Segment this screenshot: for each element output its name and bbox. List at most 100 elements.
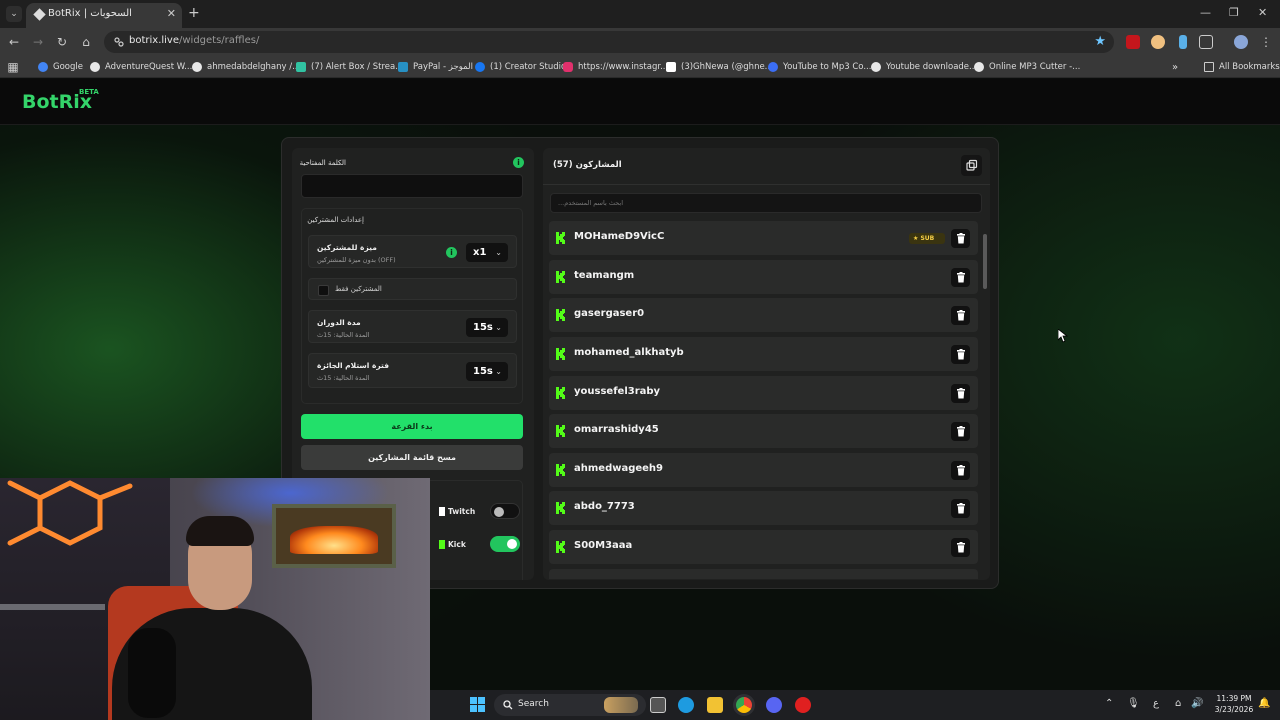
keyword-label: الكلمة المفتاحية [299,159,346,167]
all-bookmarks[interactable]: All Bookmarks [1204,60,1280,74]
clear-participants-button[interactable]: مسح قائمة المشاركين [301,445,523,470]
list-item[interactable] [549,569,978,579]
forward-icon[interactable]: → [30,34,46,50]
tab-search-button[interactable]: ⌄ [6,6,22,22]
tab-close-icon[interactable]: ✕ [167,7,176,20]
delete-participant-button[interactable] [951,538,970,557]
subscriber-settings-title: إعدادات المشتركين [307,216,364,224]
site-header: BotRix BETA [0,79,1280,125]
file-explorer-icon[interactable] [707,697,723,713]
more-bookmarks-icon[interactable]: » [1172,60,1178,74]
address-bar[interactable]: botrix.live/widgets/raffles/ ★ [104,31,1114,53]
sub-bonus-desc: بدون ميزة للمشتركين (OFF) [317,256,396,264]
bookmark-item[interactable]: Youtube downloade... [871,60,977,74]
delete-participant-button[interactable] [951,345,970,364]
chrome-icon[interactable] [736,697,752,713]
delete-participant-button[interactable] [951,384,970,403]
extension-icon[interactable] [1126,35,1140,49]
trash-icon [956,272,965,283]
network-icon[interactable]: ⌂ [1175,698,1181,709]
list-item[interactable]: youssefel3raby [549,376,978,410]
bookmark-item[interactable]: AdventureQuest W... [90,60,192,74]
bookmark-item[interactable]: (3)GhNewa (@ghne... [666,60,773,74]
bookmark-item[interactable]: https://www.instagr... [563,60,668,74]
list-item[interactable]: MOHameD9VicC ★ SUB [549,221,978,255]
kick-icon [556,541,565,553]
profile-avatar[interactable] [1234,35,1248,49]
subs-only-checkbox[interactable] [318,285,329,296]
bookmark-item[interactable]: YouTube to Mp3 Co... [768,60,871,74]
clock-time[interactable]: 11:39 PM [1211,694,1257,703]
edge-icon[interactable] [678,697,694,713]
language-indicator[interactable]: ع [1153,698,1159,709]
reload-icon[interactable]: ↻ [54,34,70,50]
task-view-icon[interactable] [650,697,666,713]
extension-icon[interactable] [1151,35,1165,49]
list-item[interactable]: gasergaser0 [549,298,978,332]
delete-participant-button[interactable] [951,268,970,287]
delete-participant-button[interactable] [951,306,970,325]
bookmark-item[interactable]: Google [38,60,83,74]
list-item[interactable]: teamangm [549,260,978,294]
extensions-puzzle-icon[interactable] [1199,35,1213,49]
volume-icon[interactable]: 🔊 [1191,698,1203,709]
claim-duration-select[interactable]: 15s ⌄ [466,362,508,381]
delete-participant-button[interactable] [951,461,970,480]
taskbar-search[interactable]: Search [494,694,646,716]
window-close-icon[interactable]: ✕ [1258,6,1267,19]
participant-name: abdo_7773 [574,501,635,512]
info-icon[interactable]: i [446,247,457,258]
bookmark-item[interactable]: (1) Creator Studio [475,60,566,74]
spin-duration-desc: المدة الحالية: 15ث [317,331,370,339]
participant-list-scrollbar[interactable] [983,228,987,576]
sub-bonus-select[interactable]: x1 ⌄ [466,243,508,262]
apps-grid-icon[interactable]: ▦ [5,59,21,75]
browser-menu-icon[interactable]: ⋮ [1258,34,1274,50]
discord-icon[interactable] [766,697,782,713]
keyword-input[interactable] [301,174,523,198]
new-tab-button[interactable]: + [188,5,200,21]
bookmark-favicon-icon [90,62,100,72]
list-item[interactable]: ahmedwageeh9 [549,453,978,487]
participant-name: mohamed_alkhatyb [574,347,684,358]
microphone-icon[interactable]: 🎙 [1127,698,1140,709]
delete-participant-button[interactable] [951,229,970,248]
app-icon[interactable] [795,697,811,713]
bookmark-item[interactable]: Online MP3 Cutter -... [974,60,1080,74]
list-item[interactable]: mohamed_alkhatyb [549,337,978,371]
extension-icon[interactable] [1179,35,1187,49]
windows-start-icon[interactable] [470,697,485,712]
bookmark-favicon-icon [871,62,881,72]
info-icon[interactable]: i [513,157,524,168]
twitch-label: Twitch [448,507,476,516]
tab-botrix[interactable]: BotRix | السحوبات ✕ [26,3,182,28]
twitch-toggle[interactable] [490,503,520,519]
kick-toggle[interactable] [490,536,520,552]
home-icon[interactable]: ⌂ [78,34,94,50]
spin-duration-select[interactable]: 15s ⌄ [466,318,508,337]
delete-participant-button[interactable] [951,499,970,518]
minimize-icon[interactable]: — [1200,6,1211,19]
list-item[interactable]: abdo_7773 [549,491,978,525]
notification-icon[interactable]: 🔔 [1258,698,1270,709]
spin-duration-setting: مدة الدوران المدة الحالية: 15ث 15s ⌄ [308,310,517,343]
kick-icon [556,464,565,476]
list-item[interactable]: omarrashidy45 [549,414,978,448]
delete-participant-button[interactable] [951,422,970,441]
copy-button[interactable] [961,155,982,176]
scroll-thumb[interactable] [983,234,987,289]
site-info-icon[interactable] [113,36,125,48]
restore-icon[interactable]: ❐ [1229,6,1239,19]
back-icon[interactable]: ← [6,34,22,50]
bookmark-item[interactable]: (7) Alert Box / Strea... [296,60,403,74]
bookmark-item[interactable]: ahmedabdelghany /... [192,60,300,74]
tray-overflow-icon[interactable]: ⌃ [1105,698,1113,709]
list-item[interactable]: S00M3aaa [549,530,978,564]
clock-date[interactable]: 3/23/2026 [1211,705,1257,714]
participant-search-input[interactable]: ابحث باسم المستخدم... [550,193,982,213]
bookmark-item[interactable]: PayPal - الموجز [398,60,473,74]
start-raffle-button[interactable]: بدء القرعة [301,414,523,439]
twitch-icon [439,507,445,516]
search-label: Search [518,699,549,709]
bookmark-star-icon[interactable]: ★ [1094,34,1106,49]
